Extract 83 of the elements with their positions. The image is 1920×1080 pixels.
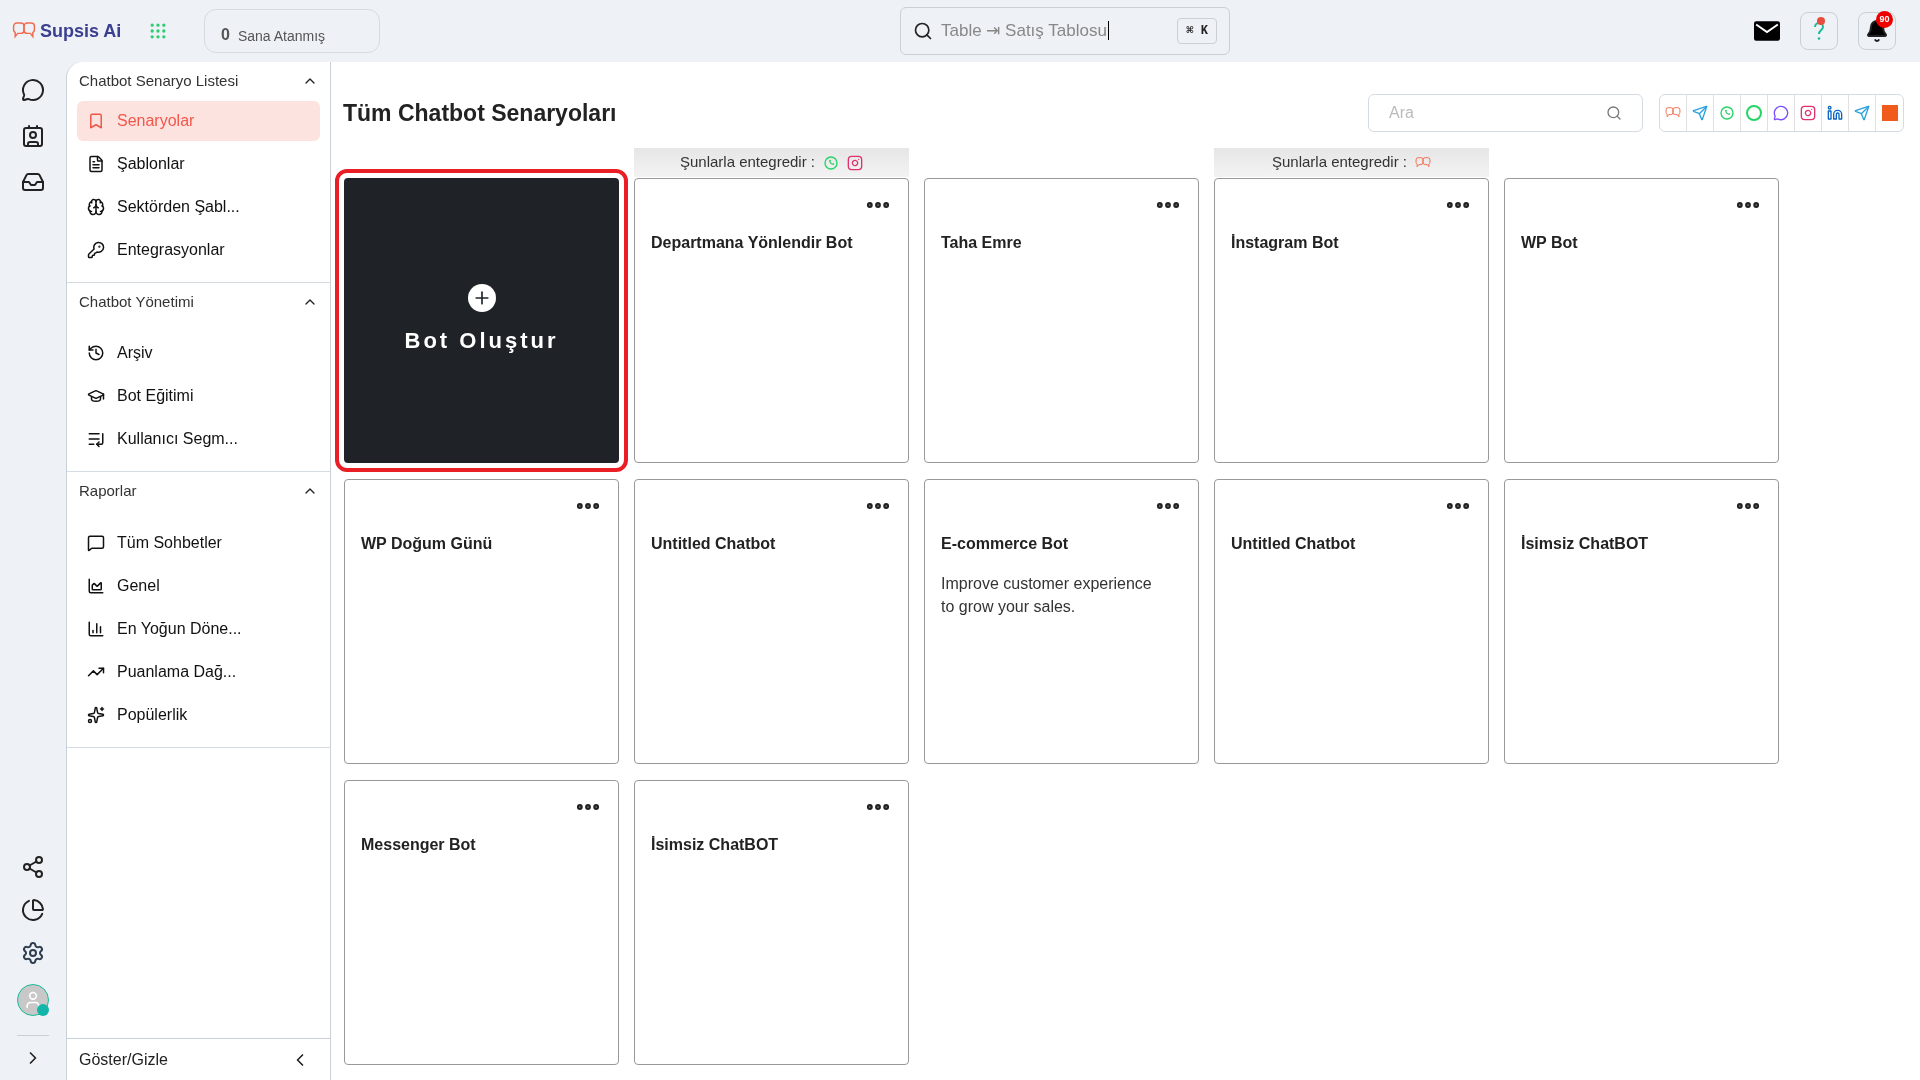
linkedin-icon[interactable]: [1827, 105, 1843, 121]
sidebar-item[interactable]: Sektörden Şabl...: [77, 186, 320, 227]
item-icon: [87, 240, 105, 259]
sidebar-item[interactable]: En Yoğun Döne...: [77, 608, 320, 649]
shortcut-key: ⌘ K: [1177, 18, 1217, 44]
sidebar-item[interactable]: Şablonlar: [77, 143, 320, 184]
bot-name: İnstagram Bot: [1231, 233, 1340, 253]
search-icon: [1606, 105, 1622, 121]
bot-card[interactable]: İsimsiz ChatBOT: [634, 780, 909, 1065]
bot-card[interactable]: E-commerce Bot Improve customer experience to grow your sales.: [924, 479, 1199, 764]
telegram-icon[interactable]: [1692, 105, 1708, 121]
bot-card[interactable]: İnstagram Bot: [1214, 178, 1489, 463]
notifications-button[interactable]: 90: [1858, 12, 1896, 50]
search-field[interactable]: Table ⇥ Satış Tablosu ⌘ K: [900, 7, 1230, 55]
toggle-label: Göster/Gizle: [79, 1049, 168, 1070]
settings-icon[interactable]: [21, 941, 45, 965]
telegram-icon[interactable]: [1854, 105, 1870, 121]
sidebar-item[interactable]: Arşiv: [77, 333, 320, 373]
bot-name: İsimsiz ChatBOT: [651, 835, 780, 855]
chat-icon[interactable]: [21, 78, 45, 102]
sidebar-item[interactable]: Bot Eğitimi: [77, 376, 320, 416]
logo-icon: [1665, 107, 1681, 119]
item-icon: [87, 619, 105, 638]
pie-chart-icon[interactable]: [21, 898, 45, 922]
item-icon: [87, 154, 105, 173]
item-icon: [87, 430, 105, 448]
item-icon: [87, 533, 105, 552]
bot-description: Improve customer experience to grow your sales.: [941, 574, 1153, 617]
bot-card[interactable]: Messenger Bot: [344, 780, 619, 1065]
mail-icon[interactable]: [1754, 21, 1780, 41]
integration-banner: Şunlarla entegredir :: [1214, 148, 1489, 177]
brand-name: Supsis Ai: [40, 20, 122, 43]
logo-icon: [12, 21, 36, 41]
inbox-icon[interactable]: [21, 170, 45, 194]
sidebar-item[interactable]: Kullanıcı Segm...: [77, 419, 320, 459]
bot-name: Untitled Chatbot: [651, 534, 777, 554]
instagram-icon: [847, 154, 864, 171]
page-title: Tüm Chatbot Senaryoları: [343, 98, 617, 128]
section-title: Chatbot Senaryo Listesi: [79, 71, 239, 91]
item-icon: [87, 387, 105, 405]
bot-card[interactable]: WP Doğum Günü: [344, 479, 619, 764]
help-button[interactable]: [1800, 12, 1838, 50]
item-icon: [87, 197, 105, 216]
section-title: Raporlar: [79, 481, 137, 501]
bot-name: Untitled Chatbot: [1231, 534, 1357, 554]
bot-name: İsimsiz ChatBOT: [1521, 534, 1650, 554]
sidebar-item[interactable]: Puanlama Dağ...: [77, 651, 320, 692]
whatsapp-icon: [823, 154, 840, 171]
bot-name: WP Bot: [1521, 233, 1579, 253]
item-icon: [87, 576, 105, 595]
sidebar-item[interactable]: Tüm Sohbetler: [77, 522, 320, 563]
bot-card[interactable]: WP Bot: [1504, 178, 1779, 463]
share-icon[interactable]: [21, 855, 45, 879]
section-title: Chatbot Yönetimi: [79, 291, 194, 312]
user-avatar[interactable]: [17, 984, 49, 1016]
bot-name: Messenger Bot: [361, 835, 477, 855]
item-icon: [87, 344, 105, 362]
bot-card[interactable]: Untitled Chatbot: [1214, 479, 1489, 764]
contact-card-icon[interactable]: [21, 124, 45, 148]
sidebar-item[interactable]: Entegrasyonlar: [77, 229, 320, 270]
bot-card[interactable]: Untitled Chatbot: [634, 479, 909, 764]
integration-banner: Şunlarla entegredir :: [634, 148, 909, 177]
assigned-button[interactable]: 0 Sana Atanmış: [204, 9, 380, 53]
item-icon: [87, 111, 105, 130]
question-mark-icon: [1813, 21, 1825, 41]
bot-name: Taha Emre: [941, 233, 1023, 253]
instagram-icon[interactable]: [1800, 105, 1816, 121]
bot-name: Departmana Yönlendir Bot: [651, 233, 854, 253]
item-icon: [87, 705, 105, 724]
bot-name: E-commerce Bot: [941, 534, 1070, 554]
sidebar-item[interactable]: Genel: [77, 565, 320, 606]
bot-card[interactable]: İsimsiz ChatBOT: [1504, 479, 1779, 764]
logo-icon: [1415, 156, 1432, 169]
bot-card[interactable]: Taha Emre: [924, 178, 1199, 463]
bot-name: WP Doğum Günü: [361, 534, 494, 554]
create-bot-card[interactable]: Bot Oluştur: [344, 178, 619, 463]
search-icon: [913, 21, 933, 41]
messenger-icon[interactable]: [1773, 105, 1789, 121]
notification-badge: 90: [1876, 11, 1893, 28]
whatsapp-icon: [1719, 105, 1735, 121]
plus-icon: [467, 284, 496, 312]
bot-card[interactable]: Departmana Yönlendir Bot: [634, 178, 909, 463]
sidebar-item[interactable]: Popülerlik: [77, 694, 320, 735]
